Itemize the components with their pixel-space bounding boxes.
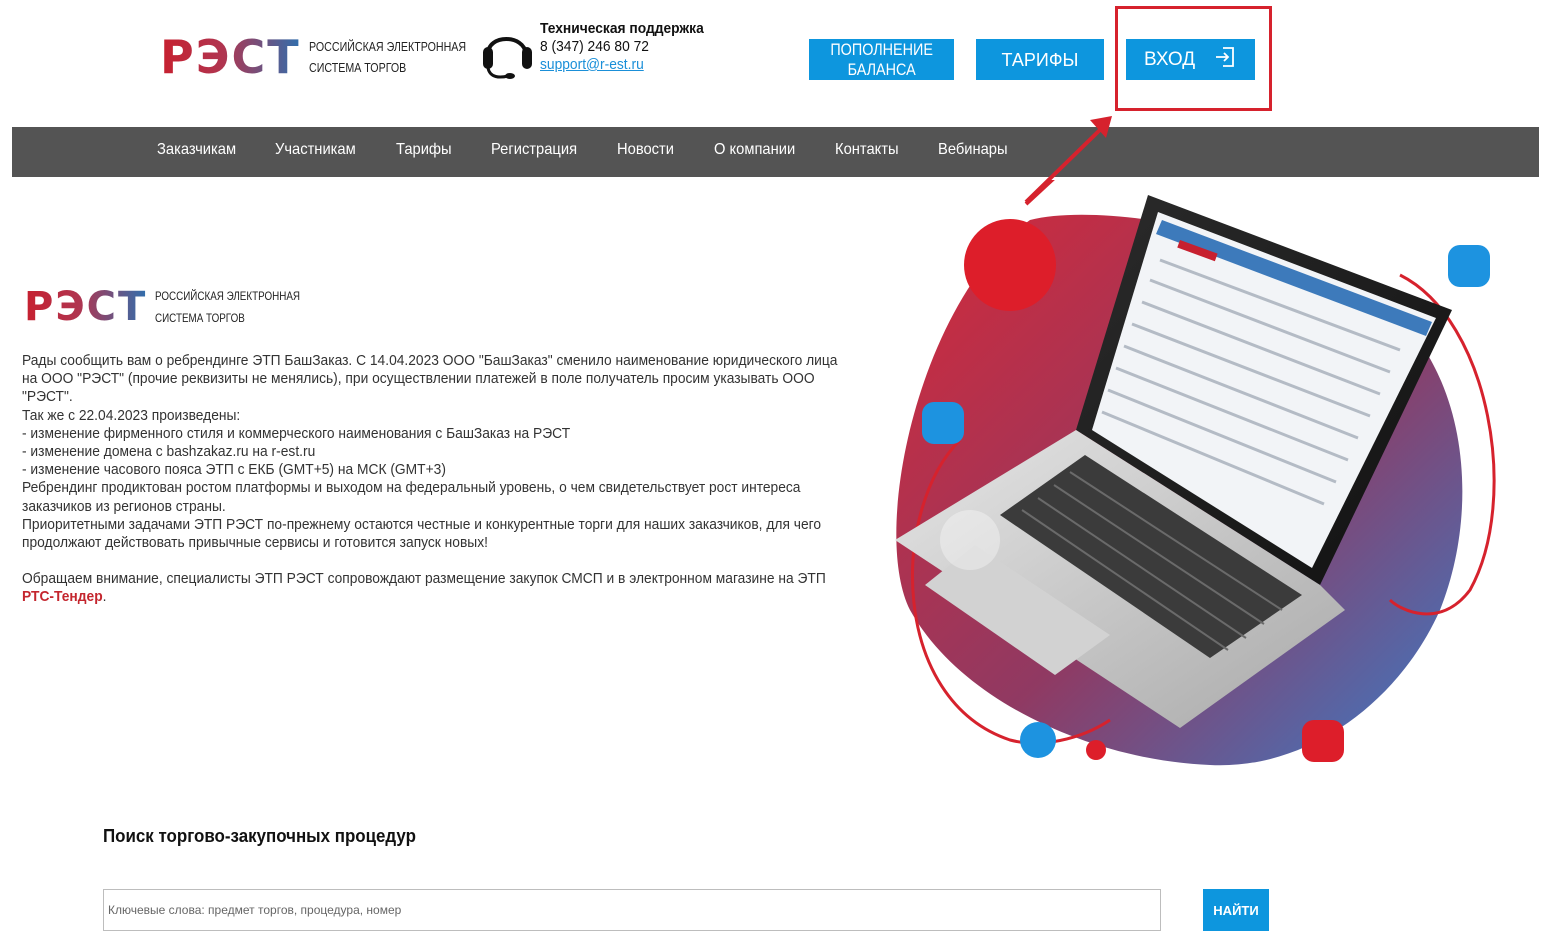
- support-phone[interactable]: 8 (347) 246 80 72: [540, 38, 704, 55]
- header-logo[interactable]: РЭСТ РОССИЙСКАЯ ЭЛЕКТРОННАЯ СИСТЕМА ТОРГ…: [160, 34, 500, 80]
- announcement-line: Так же с 22.04.2023 произведены:: [22, 406, 241, 424]
- nav-item-about[interactable]: О компании: [714, 141, 795, 159]
- announcement-line: - изменение фирменного стиля и коммерчес…: [22, 424, 571, 442]
- logo-caption: РОССИЙСКАЯ ЭЛЕКТРОННАЯ СИСТЕМА ТОРГОВ: [309, 36, 466, 78]
- content-logo-mark: РЭСТ: [24, 284, 148, 330]
- support-block: Техническая поддержка 8 (347) 246 80 72 …: [478, 20, 718, 80]
- logo-caption-line1: РОССИЙСКАЯ ЭЛЕКТРОННАЯ: [308, 39, 466, 54]
- content-logo: РЭСТ РОССИЙСКАЯ ЭЛЕКТРОННАЯ СИСТЕМА ТОРГ…: [24, 285, 332, 329]
- nav-item-registration[interactable]: Регистрация: [491, 141, 577, 159]
- search-input[interactable]: [103, 889, 1161, 931]
- announcement-line: продолжают действовать привычные сервисы…: [22, 534, 488, 552]
- support-email-link[interactable]: support@r-est.ru: [540, 56, 644, 73]
- announcement-line: - изменение часового пояса ЭТП с ЕКБ (GM…: [22, 461, 446, 479]
- tariffs-button-label: ТАРИФЫ: [1001, 49, 1079, 70]
- announcement-notice-tail: РТС-Тендер.: [22, 588, 107, 606]
- top-up-balance-button[interactable]: ПОПОЛНЕНИЕ БАЛАНСА: [809, 39, 954, 80]
- tariffs-button[interactable]: ТАРИФЫ: [976, 39, 1104, 80]
- annotation-arrow: [1024, 116, 1112, 204]
- announcement-line: заказчиков из регионов страны.: [22, 497, 226, 515]
- headset-icon: [478, 20, 538, 80]
- search-button[interactable]: НАЙТИ: [1203, 889, 1269, 931]
- rebranding-announcement: Рады сообщить вам о ребрендинге ЭТП БашЗ…: [22, 352, 922, 607]
- login-highlight-frame: [1115, 6, 1272, 111]
- nav-item-tariffs[interactable]: Тарифы: [396, 141, 452, 159]
- laptop-illustration: [895, 180, 1496, 766]
- search-section-title: Поиск торгово-закупочных процедур: [103, 826, 416, 846]
- announcement-line: Ребрендинг продиктован ростом платформы …: [22, 479, 801, 497]
- support-title: Техническая поддержка: [540, 20, 704, 37]
- logo-mark: РЭСТ: [160, 30, 301, 84]
- rts-tender-link[interactable]: РТС-Тендер: [22, 588, 103, 605]
- announcement-line: Рады сообщить вам о ребрендинге ЭТП БашЗ…: [22, 352, 838, 369]
- nav-item-customers[interactable]: Заказчикам: [157, 141, 236, 159]
- announcement-line: "РЭСТ".: [22, 388, 73, 406]
- nav-item-contacts[interactable]: Контакты: [835, 141, 899, 159]
- nav-item-participants[interactable]: Участникам: [275, 141, 356, 159]
- announcement-line: - изменение домена с bashzakaz.ru на r-e…: [22, 443, 316, 461]
- logo-caption-line2: СИСТЕМА ТОРГОВ: [308, 60, 406, 75]
- announcement-line: Приоритетными задачами ЭТП РЭСТ по-прежн…: [22, 515, 822, 533]
- top-up-balance-label-line1: ПОПОЛНЕНИЕ: [830, 39, 933, 59]
- top-up-balance-label-line2: БАЛАНСА: [847, 59, 916, 79]
- main-navigation: Заказчикам Участникам Тарифы Регистрация…: [12, 127, 1539, 177]
- announcement-notice: Обращаем внимание, специалисты ЭТП РЭСТ …: [22, 570, 826, 588]
- nav-item-news[interactable]: Новости: [617, 141, 674, 159]
- content-logo-caption-line2: СИСТЕМА ТОРГОВ: [155, 311, 246, 325]
- nav-item-webinars[interactable]: Вебинары: [938, 141, 1008, 159]
- content-logo-caption: РОССИЙСКАЯ ЭЛЕКТРОННАЯ СИСТЕМА ТОРГОВ: [155, 285, 300, 329]
- announcement-line: на ООО "РЭСТ" (прочие реквизиты не менял…: [22, 370, 815, 388]
- content-logo-caption-line1: РОССИЙСКАЯ ЭЛЕКТРОННАЯ: [155, 289, 301, 303]
